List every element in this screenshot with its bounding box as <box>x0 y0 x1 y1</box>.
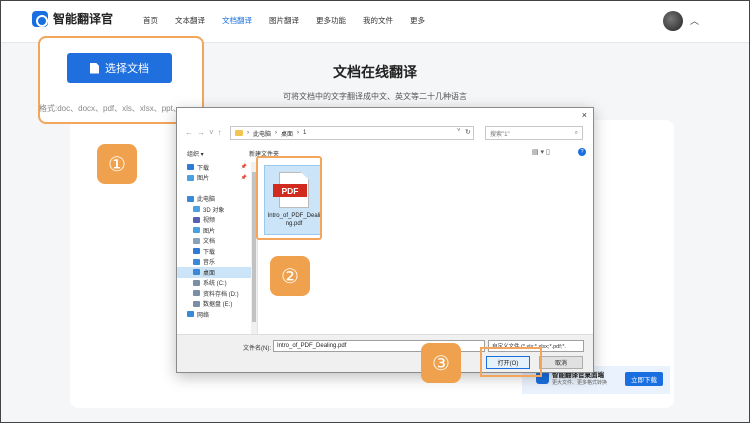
filename-label: 文件名(N): <box>243 346 271 352</box>
dialog-toolbar: 组织 ▾ 新建文件夹 ▤ ▾ ▯ ? <box>177 146 593 160</box>
navigation-pane: 下载 📌 图片 📌 此电脑 3D 对象 视频 图片 文档 下载 音乐 桌面 系统 (C:) 资料存档 (D… <box>177 162 251 334</box>
select-document-button[interactable]: 选择文档 <box>67 53 172 83</box>
sidebar-item-label: 下载 <box>197 165 210 172</box>
nav-item[interactable]: 文本翻译 <box>175 15 205 26</box>
step-badge: ③ <box>421 343 461 383</box>
sidebar-item[interactable]: 视频 <box>177 215 251 226</box>
folder-icon <box>187 311 194 318</box>
search-icon: ⌕ <box>574 129 578 136</box>
folder-icon <box>193 248 200 255</box>
sidebar-item[interactable]: 系统 (C:) <box>177 278 251 289</box>
document-icon <box>90 62 99 74</box>
folder-icon <box>193 279 200 286</box>
nav-item[interactable]: 文档翻译 <box>222 15 252 26</box>
refresh-icon[interactable]: ↻ <box>465 128 471 136</box>
breadcrumb-item[interactable]: 此电脑 <box>253 129 271 138</box>
nav-item[interactable]: 我的文件 <box>363 15 393 26</box>
sidebar-item[interactable]: 桌面 <box>177 267 251 278</box>
sidebar-item-label: 视频 <box>203 218 216 225</box>
app-logo[interactable]: 智能翻译官 <box>32 10 113 27</box>
breadcrumb-sep-icon: › <box>275 130 278 136</box>
folder-icon <box>193 300 200 307</box>
nav-item[interactable]: 首页 <box>143 15 158 26</box>
address-bar[interactable]: › 此电脑 › 桌面 › 1 <box>230 126 474 140</box>
folder-icon <box>193 206 200 213</box>
sidebar-item[interactable] <box>177 183 251 194</box>
address-row: ←→˅↑ › 此电脑 › 桌面 › 1 ˅ ↻ 搜索"1" ⌕ <box>177 125 593 143</box>
nav-arrows-icon[interactable]: ←→˅↑ <box>185 128 226 137</box>
folder-icon <box>235 130 243 136</box>
sidebar-item[interactable]: 文档 <box>177 236 251 247</box>
folder-icon <box>193 237 200 244</box>
folder-icon <box>193 227 200 234</box>
sidebar-item-label: 图片 <box>197 176 210 183</box>
sidebar-item-label: 音乐 <box>203 260 216 267</box>
breadcrumb-sep-icon: › <box>247 130 249 136</box>
pin-icon: 📌 <box>240 174 247 181</box>
folder-icon <box>193 269 200 276</box>
sidebar-item[interactable]: 下载 📌 <box>177 162 251 173</box>
logo-icon <box>32 10 48 27</box>
breadcrumb-item[interactable]: 桌面 <box>281 129 293 138</box>
folder-icon <box>187 195 194 202</box>
folder-icon <box>193 216 200 223</box>
sidebar-item-label: 资料存档 (D:) <box>203 291 239 298</box>
folder-icon <box>187 174 194 181</box>
sidebar-item[interactable]: 图片 📌 <box>177 173 251 184</box>
sidebar-item[interactable]: 下载 <box>177 246 251 257</box>
sidebar-item-label: 系统 (C:) <box>203 281 227 288</box>
chevron-up-icon[interactable]: ︿ <box>690 14 699 27</box>
sidebar-item-label: 数据盘 (E:) <box>203 302 233 309</box>
sidebar-item-label: 文档 <box>203 239 216 246</box>
search-input[interactable]: 搜索"1" ⌕ <box>485 126 583 140</box>
search-placeholder: 搜索"1" <box>490 131 510 138</box>
pin-icon: 📌 <box>240 164 247 171</box>
sidebar-item[interactable]: 图片 <box>177 225 251 236</box>
main-nav: 首页 文本翻译 文档翻译 图片翻译 更多功能 我的文件 更多 <box>143 15 442 26</box>
address-dropdown-icon[interactable]: ˅ <box>457 128 461 134</box>
sidebar-item-label: 桌面 <box>203 270 216 277</box>
view-options-icon[interactable]: ▤ ▾ ▯ <box>532 148 550 156</box>
sidebar-item-label: 图片 <box>203 228 216 235</box>
banner-subtitle: 更大文件、更多格式转换 <box>552 380 608 386</box>
sidebar-item-label: 下载 <box>203 249 216 256</box>
folder-icon <box>193 258 200 265</box>
avatar[interactable] <box>663 11 683 31</box>
step-badge: ① <box>97 144 137 184</box>
breadcrumb-sep-icon: › <box>297 130 300 136</box>
folder-icon <box>187 164 194 171</box>
step2-highlight <box>256 156 322 240</box>
select-document-label: 选择文档 <box>105 63 149 75</box>
sidebar-item[interactable]: 此电脑 <box>177 194 251 205</box>
sidebar-item-label: 此电脑 <box>197 197 216 204</box>
sidebar-item[interactable]: 音乐 <box>177 257 251 268</box>
app-name: 智能翻译官 <box>53 12 114 26</box>
sidebar-item-label: 网络 <box>197 312 210 319</box>
breadcrumb-item[interactable]: 1 <box>303 130 306 136</box>
download-now-button[interactable]: 立即下载 <box>625 372 663 386</box>
file-open-dialog: × ←→˅↑ › 此电脑 › 桌面 › 1 ˅ ↻ 搜索"1" ⌕ 组织 ▾ 新… <box>176 107 594 373</box>
sidebar-item[interactable]: 数据盘 (E:) <box>177 299 251 310</box>
sidebar-item[interactable]: 资料存档 (D:) <box>177 288 251 299</box>
sidebar-item[interactable]: 网络 <box>177 309 251 320</box>
sidebar-item[interactable]: 3D 对象 <box>177 204 251 215</box>
nav-item[interactable]: 更多 <box>410 15 425 26</box>
nav-item[interactable]: 更多功能 <box>316 15 346 26</box>
nav-item[interactable]: 图片翻译 <box>269 15 299 26</box>
organize-menu[interactable]: 组织 ▾ <box>187 149 204 158</box>
close-icon[interactable]: × <box>582 110 587 120</box>
sidebar-item-label: 3D 对象 <box>203 207 225 214</box>
step3-highlight <box>480 347 542 377</box>
step-badge: ② <box>270 256 310 296</box>
cancel-button[interactable]: 取消 <box>539 356 583 369</box>
help-icon[interactable]: ? <box>578 148 586 156</box>
folder-icon <box>193 290 200 297</box>
